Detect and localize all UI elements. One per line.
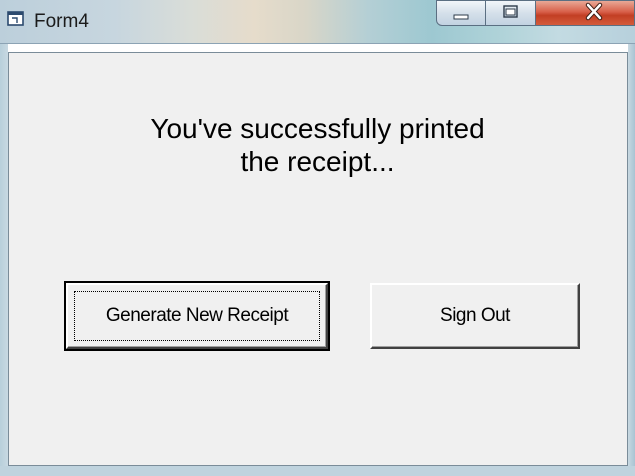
window-frame-bottom	[0, 466, 635, 476]
success-message-line2: the receipt...	[240, 146, 395, 177]
success-message: You've successfully printed the receipt.…	[0, 112, 635, 178]
window-frame-right	[628, 44, 635, 476]
window-frame-left	[0, 44, 8, 476]
form-window-icon	[7, 11, 24, 26]
minimize-icon	[453, 14, 469, 20]
maximize-icon	[503, 5, 518, 18]
window-title: Form4	[34, 11, 89, 32]
close-icon	[585, 2, 603, 21]
form4-window: Form4 You've successfully printed the re…	[0, 0, 635, 476]
title-bar[interactable]: Form4	[0, 0, 635, 44]
close-button[interactable]	[536, 0, 635, 26]
maximize-button[interactable]	[486, 0, 536, 26]
success-message-line1: You've successfully printed	[150, 113, 485, 144]
generate-new-receipt-button[interactable]: Generate New Receipt	[64, 281, 330, 351]
generate-new-receipt-label: Generate New Receipt	[105, 305, 289, 326]
minimize-button[interactable]	[436, 0, 486, 26]
sign-out-button[interactable]: Sign Out	[370, 283, 580, 349]
sign-out-label: Sign Out	[440, 305, 510, 326]
